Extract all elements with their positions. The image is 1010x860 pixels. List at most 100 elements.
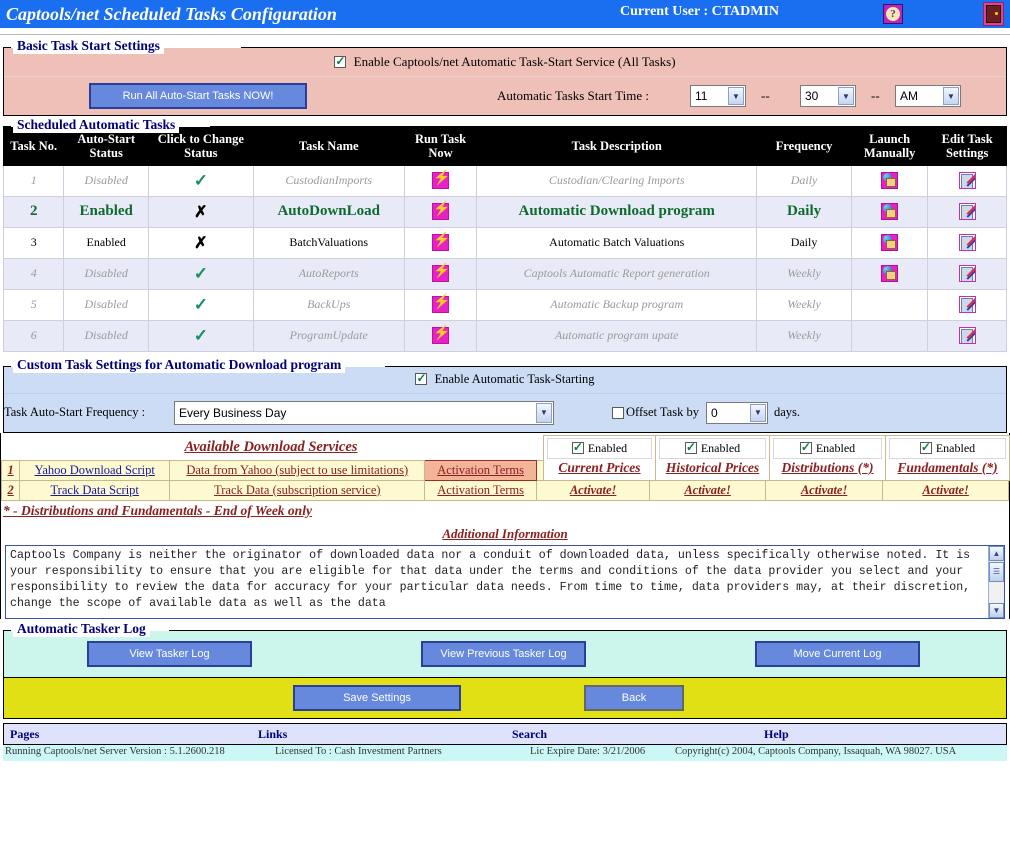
view-previous-tasker-log-button[interactable]: View Previous Tasker Log xyxy=(421,641,586,667)
cell-launch-manually[interactable] xyxy=(851,258,928,289)
move-current-log-button[interactable]: Move Current Log xyxy=(755,641,920,667)
category-enable-row[interactable]: Enabled xyxy=(773,438,882,459)
activate-cell[interactable]: Activate! xyxy=(536,480,649,500)
cell-task-name[interactable]: AutoReports xyxy=(253,258,404,289)
scroll-up-icon[interactable]: ▲ xyxy=(989,546,1004,561)
task-auto-start-frequency-select[interactable]: Every Business Day xyxy=(174,401,554,425)
service-script-cell[interactable]: Yahoo Download Script xyxy=(20,460,170,480)
service-script-cell[interactable]: Track Data Script xyxy=(20,480,170,500)
cell-task-name[interactable]: BackUps xyxy=(253,289,404,320)
enable-service-checkbox[interactable] xyxy=(334,56,346,68)
cell-click-to-change-status[interactable]: ✓ xyxy=(148,165,253,196)
start-meridiem-select[interactable]: AM xyxy=(895,85,961,107)
run-task-now-icon[interactable] xyxy=(432,234,449,251)
cell-edit-task-settings[interactable] xyxy=(928,227,1007,258)
activate-cell[interactable]: Activate! xyxy=(650,480,765,500)
edit-task-settings-icon[interactable] xyxy=(959,234,976,251)
offset-days-select[interactable]: 0 xyxy=(706,402,768,424)
cell-click-to-change-status[interactable]: ✓ xyxy=(148,289,253,320)
run-task-now-icon[interactable] xyxy=(432,327,449,344)
cell-edit-task-settings[interactable] xyxy=(928,196,1007,227)
service-description-cell[interactable]: Data from Yahoo (subject to use limitati… xyxy=(170,460,425,480)
cell-edit-task-settings[interactable] xyxy=(928,165,1007,196)
edit-task-settings-icon[interactable] xyxy=(959,327,976,344)
cell-click-to-change-status[interactable]: ✓ xyxy=(148,258,253,289)
cell-edit-task-settings[interactable] xyxy=(928,289,1007,320)
col-edit-task-settings: Edit Task Settings xyxy=(928,128,1007,166)
run-task-now-icon[interactable] xyxy=(432,172,449,189)
category-enabled-checkbox[interactable] xyxy=(920,442,932,454)
activate-cell[interactable]: Activate! xyxy=(883,480,1009,500)
activation-terms-cell[interactable]: Activation Terms xyxy=(425,480,536,500)
cell-run-task-now[interactable] xyxy=(404,289,477,320)
run-task-now-icon[interactable] xyxy=(432,265,449,282)
category-enable-row[interactable]: Enabled xyxy=(889,438,1006,459)
cell-run-task-now[interactable] xyxy=(404,258,477,289)
edit-task-settings-icon[interactable] xyxy=(959,172,976,189)
check-icon[interactable]: ✓ xyxy=(194,326,208,345)
category-enabled-checkbox[interactable] xyxy=(685,442,697,454)
category-enabled-checkbox[interactable] xyxy=(800,442,812,454)
scrollbar-thumb[interactable]: ☰ xyxy=(989,562,1004,582)
footer-link-links[interactable]: Links xyxy=(258,727,287,742)
check-icon[interactable]: ✓ xyxy=(194,264,208,283)
launch-manually-icon[interactable] xyxy=(881,172,898,189)
cell-task-name[interactable]: ProgramUpdate xyxy=(253,320,404,351)
edit-task-settings-icon[interactable] xyxy=(959,265,976,282)
cell-launch-manually[interactable] xyxy=(851,165,928,196)
cross-icon[interactable]: ✗ xyxy=(194,235,207,252)
launch-manually-icon[interactable] xyxy=(881,234,898,251)
cell-edit-task-settings[interactable] xyxy=(928,258,1007,289)
cell-launch-manually[interactable] xyxy=(851,227,928,258)
cell-run-task-now[interactable] xyxy=(404,196,477,227)
cell-edit-task-settings[interactable] xyxy=(928,320,1007,351)
activation-terms-cell[interactable]: Activation Terms xyxy=(425,460,536,480)
offset-task-checkbox[interactable] xyxy=(612,407,624,419)
cell-launch-manually[interactable] xyxy=(851,196,928,227)
cell-click-to-change-status[interactable]: ✓ xyxy=(148,320,253,351)
footer-link-pages[interactable]: Pages xyxy=(10,727,39,742)
cell-click-to-change-status[interactable]: ✗ xyxy=(148,227,253,258)
cell-task-name[interactable]: BatchValuations xyxy=(253,227,404,258)
cell-click-to-change-status[interactable]: ✗ xyxy=(148,196,253,227)
launch-manually-icon[interactable] xyxy=(881,203,898,220)
view-tasker-log-button[interactable]: View Tasker Log xyxy=(87,641,252,667)
enable-task-starting-option[interactable]: Enable Automatic Task-Starting xyxy=(415,372,594,387)
category-name[interactable]: Current Prices xyxy=(547,459,652,478)
help-icon[interactable]: ? xyxy=(883,4,903,24)
cell-run-task-now[interactable] xyxy=(404,320,477,351)
start-minute-select[interactable]: 30 xyxy=(800,85,856,107)
enable-service-option[interactable]: Enable Captools/net Automatic Task-Start… xyxy=(334,54,675,70)
check-icon[interactable]: ✓ xyxy=(194,295,208,314)
cell-run-task-now[interactable] xyxy=(404,227,477,258)
footer-link-help[interactable]: Help xyxy=(764,727,789,742)
footer-link-search[interactable]: Search xyxy=(512,727,547,742)
exit-door-icon[interactable] xyxy=(983,2,1004,26)
category-name[interactable]: Distributions (*) xyxy=(773,459,882,478)
run-task-now-icon[interactable] xyxy=(432,296,449,313)
cell-run-task-now[interactable] xyxy=(404,165,477,196)
edit-task-settings-icon[interactable] xyxy=(959,203,976,220)
activate-cell[interactable]: Activate! xyxy=(765,480,883,500)
additional-information-textarea[interactable]: Captools Company is neither the originat… xyxy=(5,545,1005,619)
scroll-down-icon[interactable]: ▼ xyxy=(989,603,1004,618)
back-button[interactable]: Back xyxy=(584,685,684,711)
save-settings-button[interactable]: Save Settings xyxy=(293,685,461,711)
start-hour-select[interactable]: 11 xyxy=(690,85,746,107)
run-task-now-icon[interactable] xyxy=(432,203,449,220)
category-enable-row[interactable]: Enabled xyxy=(659,438,766,459)
category-enabled-checkbox[interactable] xyxy=(572,442,584,454)
cell-task-name[interactable]: CustodianImports xyxy=(253,165,404,196)
edit-task-settings-icon[interactable] xyxy=(959,296,976,313)
textarea-scrollbar[interactable]: ▲ ☰ ▼ xyxy=(988,546,1004,618)
run-all-auto-start-tasks-button[interactable]: Run All Auto-Start Tasks NOW! xyxy=(89,83,307,109)
check-icon[interactable]: ✓ xyxy=(194,171,208,190)
cell-task-name[interactable]: AutoDownLoad xyxy=(253,196,404,227)
cross-icon[interactable]: ✗ xyxy=(194,204,207,221)
category-name[interactable]: Fundamentals (*) xyxy=(889,459,1006,478)
service-description-cell[interactable]: Track Data (subscription service) xyxy=(170,480,425,500)
enable-task-starting-checkbox[interactable] xyxy=(415,373,427,385)
launch-manually-icon[interactable] xyxy=(881,265,898,282)
category-enable-row[interactable]: Enabled xyxy=(547,438,652,459)
category-name[interactable]: Historical Prices xyxy=(659,459,766,478)
